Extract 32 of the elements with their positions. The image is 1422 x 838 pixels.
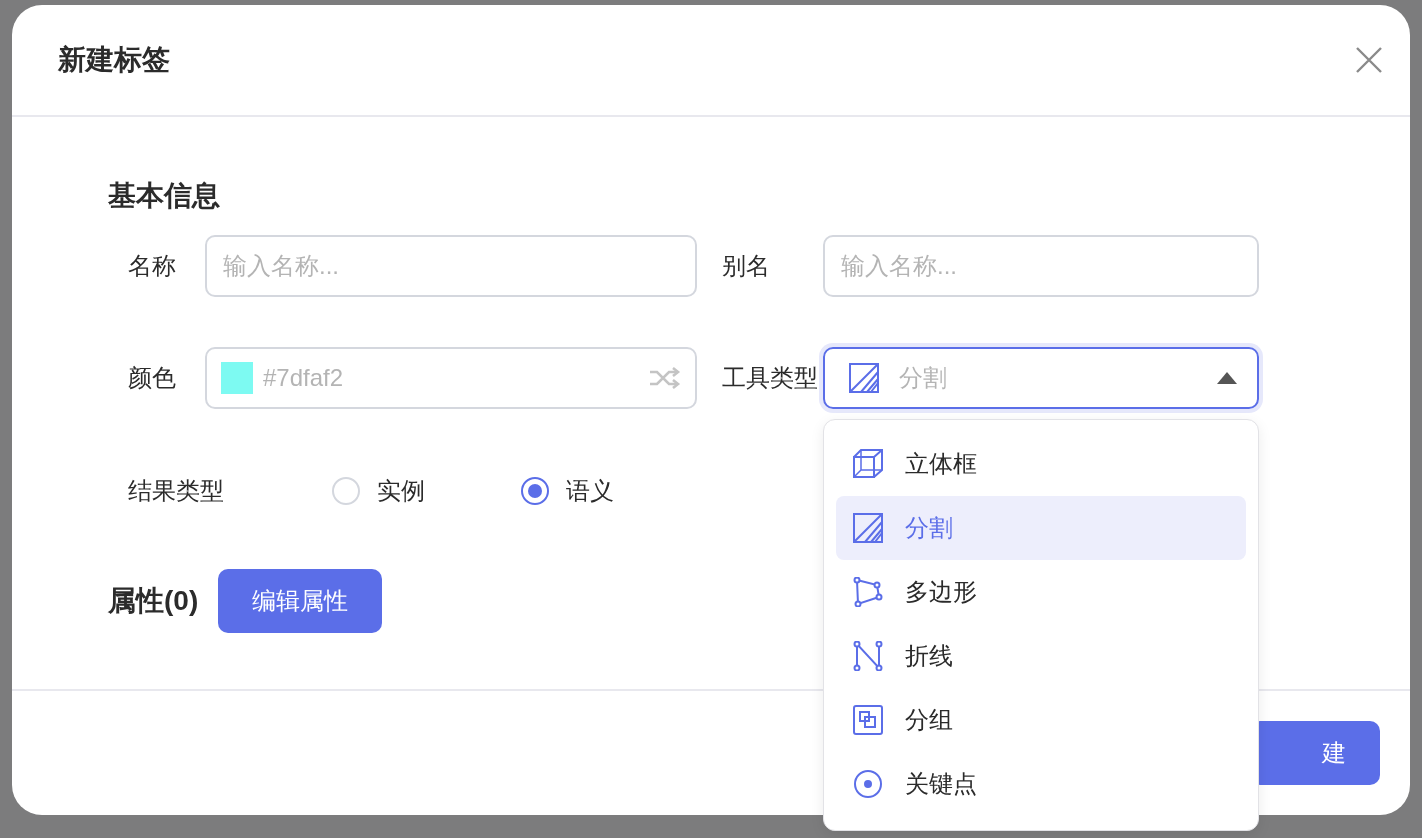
section-title: 属性(0) [108,584,199,618]
field-label: 颜色 [127,363,176,393]
tool-option[interactable]: 分组 [836,688,1246,752]
tool-option[interactable]: 分割 [836,496,1246,560]
tool-option[interactable]: 多边形 [836,560,1246,624]
field-label: 名称 [127,251,177,281]
tool-option[interactable]: 关键点 [836,752,1246,816]
caret-icon [1217,372,1237,384]
tool-option[interactable]: 折线 [836,624,1246,688]
input-field[interactable]: 输入名称... [823,235,1259,297]
keypoint-icon [853,769,883,799]
input-field[interactable]: 输入名称... [205,235,697,297]
tool-option[interactable]: 立体框 [836,432,1246,496]
polygon-icon [853,577,883,607]
field-label: 工具类型 [722,363,818,393]
cube-icon [853,449,883,479]
section-title: 基本信息 [108,179,221,213]
close-icon[interactable] [1356,47,1382,73]
segment-icon [853,513,883,543]
radio-button[interactable] [521,477,549,505]
radio-label[interactable]: 实例 [377,475,425,507]
group-icon [853,705,883,735]
select-value: 分割 [899,363,948,393]
shuffle-icon[interactable] [649,367,681,389]
polyline-icon [853,641,883,671]
edit-attributes-button[interactable]: 编辑属性 [218,569,383,633]
field-label: 结果类型 [127,476,225,506]
field-label: 别名 [722,251,771,281]
segment-icon [849,363,879,393]
input-field[interactable]: #7dfaf2 [205,347,697,409]
radio-label[interactable]: 语义 [566,475,614,507]
dialog-title: 新建标签 [58,43,170,77]
